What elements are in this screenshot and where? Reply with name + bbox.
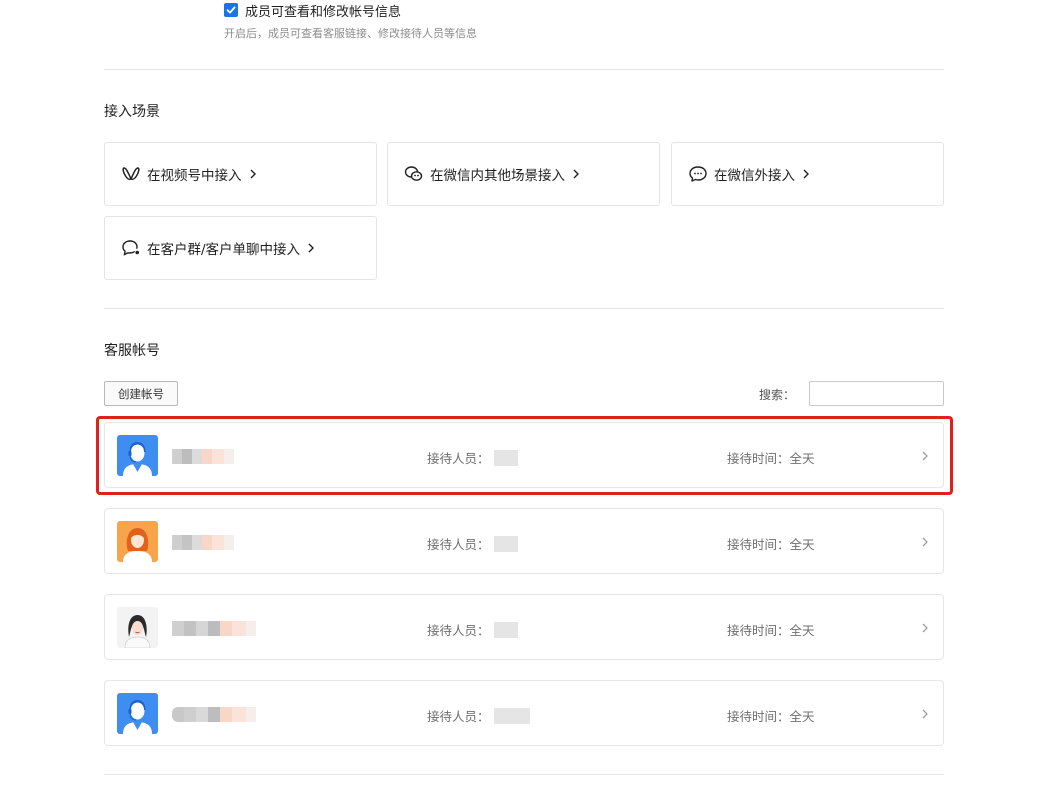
permission-label: 成员可查看和修改帐号信息 (245, 4, 402, 20)
account-name-redacted (172, 707, 256, 722)
staff-name-redacted (493, 449, 518, 466)
scene-customer-group-card[interactable]: 在客户群/客户单聊中接入 (104, 216, 377, 280)
accounts-title: 客服帐号 (104, 343, 160, 359)
staff-label: 接待人员： (427, 451, 490, 466)
chevron-right-icon (250, 169, 256, 179)
check-icon (226, 6, 236, 14)
scene-label: 在客户群/客户单聊中接入 (147, 242, 301, 258)
service-time: 接待时间：全天 (727, 709, 815, 724)
divider (104, 69, 944, 70)
chevron-right-icon (922, 451, 928, 461)
service-time: 接待时间：全天 (727, 451, 815, 466)
wechat-icon (404, 164, 424, 184)
staff-label: 接待人员： (427, 709, 490, 724)
male-service-avatar (117, 435, 158, 476)
scene-wechat-other-card[interactable]: 在微信内其他场景接入 (387, 142, 660, 206)
account-row[interactable]: 接待人员： 接待时间：全天 (104, 680, 944, 746)
channels-icon (121, 164, 141, 184)
chevron-right-icon (922, 623, 928, 633)
female-service-avatar (117, 521, 158, 562)
scene-outside-wechat-card[interactable]: 在微信外接入 (671, 142, 944, 206)
permission-checkbox-row[interactable]: 成员可查看和修改帐号信息 (224, 1, 477, 20)
permission-checkbox[interactable] (224, 3, 238, 17)
scenes-title: 接入场景 (104, 104, 160, 120)
scene-label: 在视频号中接入 (147, 168, 242, 184)
member-permission-setting: 成员可查看和修改帐号信息 开启后，成员可查看客服链接、修改接待人员等信息 (224, 1, 477, 41)
account-row[interactable]: 接待人员： 接待时间：全天 (104, 594, 944, 660)
chevron-right-icon (308, 243, 315, 253)
staff-info: 接待人员： (427, 534, 518, 553)
account-name-redacted (172, 535, 234, 550)
chevron-right-icon (922, 537, 928, 547)
chevron-right-icon (803, 169, 809, 179)
scene-label: 在微信内其他场景接入 (430, 168, 565, 184)
staff-name-redacted (493, 535, 518, 552)
customer-chat-icon (121, 238, 141, 258)
staff-name-redacted (493, 707, 530, 724)
staff-info: 接待人员： (427, 620, 518, 639)
create-account-button[interactable]: 创建帐号 (104, 381, 178, 406)
account-name-redacted (172, 449, 234, 464)
divider (104, 774, 944, 775)
staff-info: 接待人员： (427, 706, 530, 725)
scene-label: 在微信外接入 (714, 168, 795, 184)
staff-name-redacted (493, 621, 518, 638)
service-time: 接待时间：全天 (727, 623, 815, 638)
divider (104, 308, 944, 309)
search-input[interactable] (809, 381, 944, 406)
chat-bubble-icon (688, 164, 708, 184)
account-row[interactable]: 接待人员： 接待时间：全天 (104, 508, 944, 574)
chevron-right-icon (922, 709, 928, 719)
male-service-avatar (117, 693, 158, 734)
photo-avatar (117, 607, 158, 648)
search-label: 搜索： (759, 388, 796, 402)
account-name-redacted (172, 621, 256, 636)
permission-description: 开启后，成员可查看客服链接、修改接待人员等信息 (224, 27, 477, 40)
account-row[interactable]: 接待人员： 接待时间：全天 (104, 422, 944, 488)
service-time: 接待时间：全天 (727, 537, 815, 552)
staff-info: 接待人员： (427, 448, 518, 467)
scene-channels-card[interactable]: 在视频号中接入 (104, 142, 377, 206)
staff-label: 接待人员： (427, 537, 490, 552)
staff-label: 接待人员： (427, 623, 490, 638)
chevron-right-icon (573, 169, 579, 179)
